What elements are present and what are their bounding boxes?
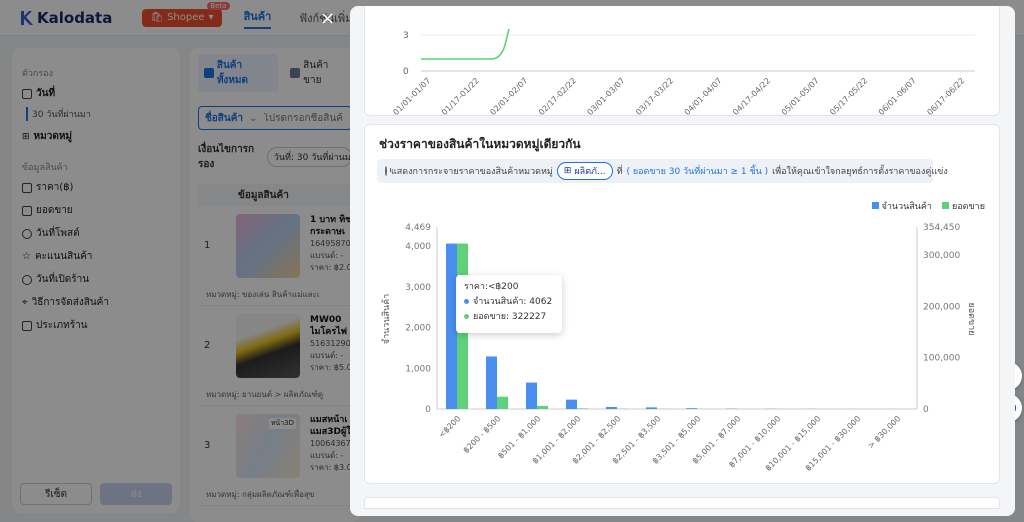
y-tick-label: 2,000 xyxy=(405,324,431,334)
legend-label-sales: ยอดขาย xyxy=(951,202,985,212)
x-tick-label: > ฿30,000 xyxy=(866,414,902,450)
trend-y-tick-label: 0 xyxy=(403,67,409,77)
tooltip-count-row: จำนวนสินค้า: 4062 xyxy=(464,295,554,310)
legend-swatch-sales xyxy=(941,202,949,209)
tooltip-sales-row: ยอดขาย: 322227 xyxy=(464,310,554,325)
close-icon[interactable]: × xyxy=(320,8,335,29)
category-chip-label: ผลิตภั... xyxy=(574,167,606,177)
y2-tick-label: 100,000 xyxy=(923,354,960,364)
price-range-notice: แสดงการกระจายราคาของสินค้าหมวดหมู่ ⊞ ผลิต… xyxy=(377,159,948,183)
tooltip-count: จำนวนสินค้า: 4062 xyxy=(473,297,553,307)
trend-series-line xyxy=(421,28,510,60)
legend-item-count[interactable]: จำนวนสินค้า xyxy=(871,199,932,213)
trend-x-tick-label: 05/01-05/07 xyxy=(780,76,821,117)
trend-x-tick-label: 02/01-02/07 xyxy=(488,76,529,117)
bar-sales xyxy=(537,405,548,409)
trend-x-tick-label: 01/01-01/07 xyxy=(391,76,432,117)
next-section-card xyxy=(364,497,1000,509)
trend-chart-card: 3 0 01/01-01/07 01/17-01/22 02/01-02/07 02/17… xyxy=(364,6,1000,117)
tooltip-dot-sales xyxy=(464,314,469,319)
notice-prefix: แสดงการกระจายราคาของสินค้าหมวดหมู่ xyxy=(391,167,553,177)
notice-suffix: เพื่อให้คุณเข้าใจกลยุทธ์การตั้งราคาของคู… xyxy=(772,167,948,177)
tooltip-dot-count xyxy=(464,299,469,304)
y-tick-label: 4,469 xyxy=(405,223,431,233)
grid-icon: ⊞ xyxy=(563,166,572,176)
y-tick-label: 4,000 xyxy=(405,242,431,252)
notice-highlight: ( ยอดขาย 30 วันที่ผ่านมา ≥ 1 ชิ้น ) xyxy=(626,167,769,177)
bar-sales xyxy=(497,396,508,409)
bar-count xyxy=(646,407,657,409)
category-chip[interactable]: ⊞ ผลิตภั... xyxy=(556,162,613,180)
legend-swatch-count xyxy=(871,202,879,209)
trend-x-tick-label: 04/01-04/07 xyxy=(683,76,724,117)
trend-x-tick-label: 06/17-06/22 xyxy=(925,76,966,117)
bar-sales xyxy=(577,408,588,409)
trend-x-tick-label: 03/17-03/22 xyxy=(634,76,675,117)
bar-count xyxy=(606,406,617,409)
trend-y-tick-label: 3 xyxy=(403,31,409,41)
price-range-title: ช่วงราคาของสินค้าในหมวดหมู่เดียวกัน xyxy=(379,137,581,151)
chart-legend: จำนวนสินค้า ยอดขาย xyxy=(871,199,985,213)
legend-label-count: จำนวนสินค้า xyxy=(881,202,932,212)
bar-count xyxy=(686,408,697,409)
bar-count xyxy=(486,356,497,409)
y-tick-label: 0 xyxy=(425,405,431,415)
y2-tick-label: 300,000 xyxy=(923,251,960,261)
trend-x-tick-label: 04/17-04/22 xyxy=(731,76,772,117)
y2-tick-label: 0 xyxy=(923,405,929,415)
chart-tooltip: ราคา:<฿200 จำนวนสินค้า: 4062 ยอดขาย: 322… xyxy=(456,275,562,333)
x-tick-label: ฿200 - ฿500 xyxy=(462,414,503,455)
trend-chart: 3 001/01-01/07 01/17-01/22 02/01-02/07 02/17… xyxy=(391,28,975,117)
tooltip-sales: ยอดขาย: 322227 xyxy=(473,312,547,322)
legend-item-sales[interactable]: ยอดขาย xyxy=(941,199,985,213)
price-range-chart: 0 1,000 2,000 3,000 4,000 4,469 0 100,000 200,00… xyxy=(381,223,976,471)
y-tick-label: 1,000 xyxy=(405,364,431,374)
x-tick-label: <฿200 xyxy=(437,414,463,440)
product-detail-modal: 3 0 01/01-01/07 01/17-01/22 02/01-02/07 02/17… xyxy=(350,6,1015,516)
trend-x-tick-label: 01/17-01/22 xyxy=(440,76,481,117)
y2-axis-title: ยอดขาย xyxy=(966,302,976,335)
tooltip-title: ราคา:<฿200 xyxy=(464,282,519,292)
trend-x-tick-label: 03/01-03/07 xyxy=(586,76,627,117)
trend-x-tick-label: 02/17-02/22 xyxy=(537,76,578,117)
trend-x-tick-label: 05/17-05/22 xyxy=(828,76,869,117)
y-tick-label: 3,000 xyxy=(405,283,431,293)
y2-tick-label: 354,450 xyxy=(923,223,960,233)
y2-tick-label: 200,000 xyxy=(923,302,960,312)
price-range-card: ช่วงราคาของสินค้าในหมวดหมู่เดียวกัน แสดง… xyxy=(364,124,1000,484)
bar-count xyxy=(566,399,577,409)
bar-count xyxy=(526,382,537,409)
clock-icon xyxy=(385,166,391,176)
notice-mid: ที่ xyxy=(616,167,623,177)
trend-x-tick-label: 06/01-06/07 xyxy=(877,76,918,117)
y-axis-title: จำนวนสินค้า xyxy=(381,294,392,344)
